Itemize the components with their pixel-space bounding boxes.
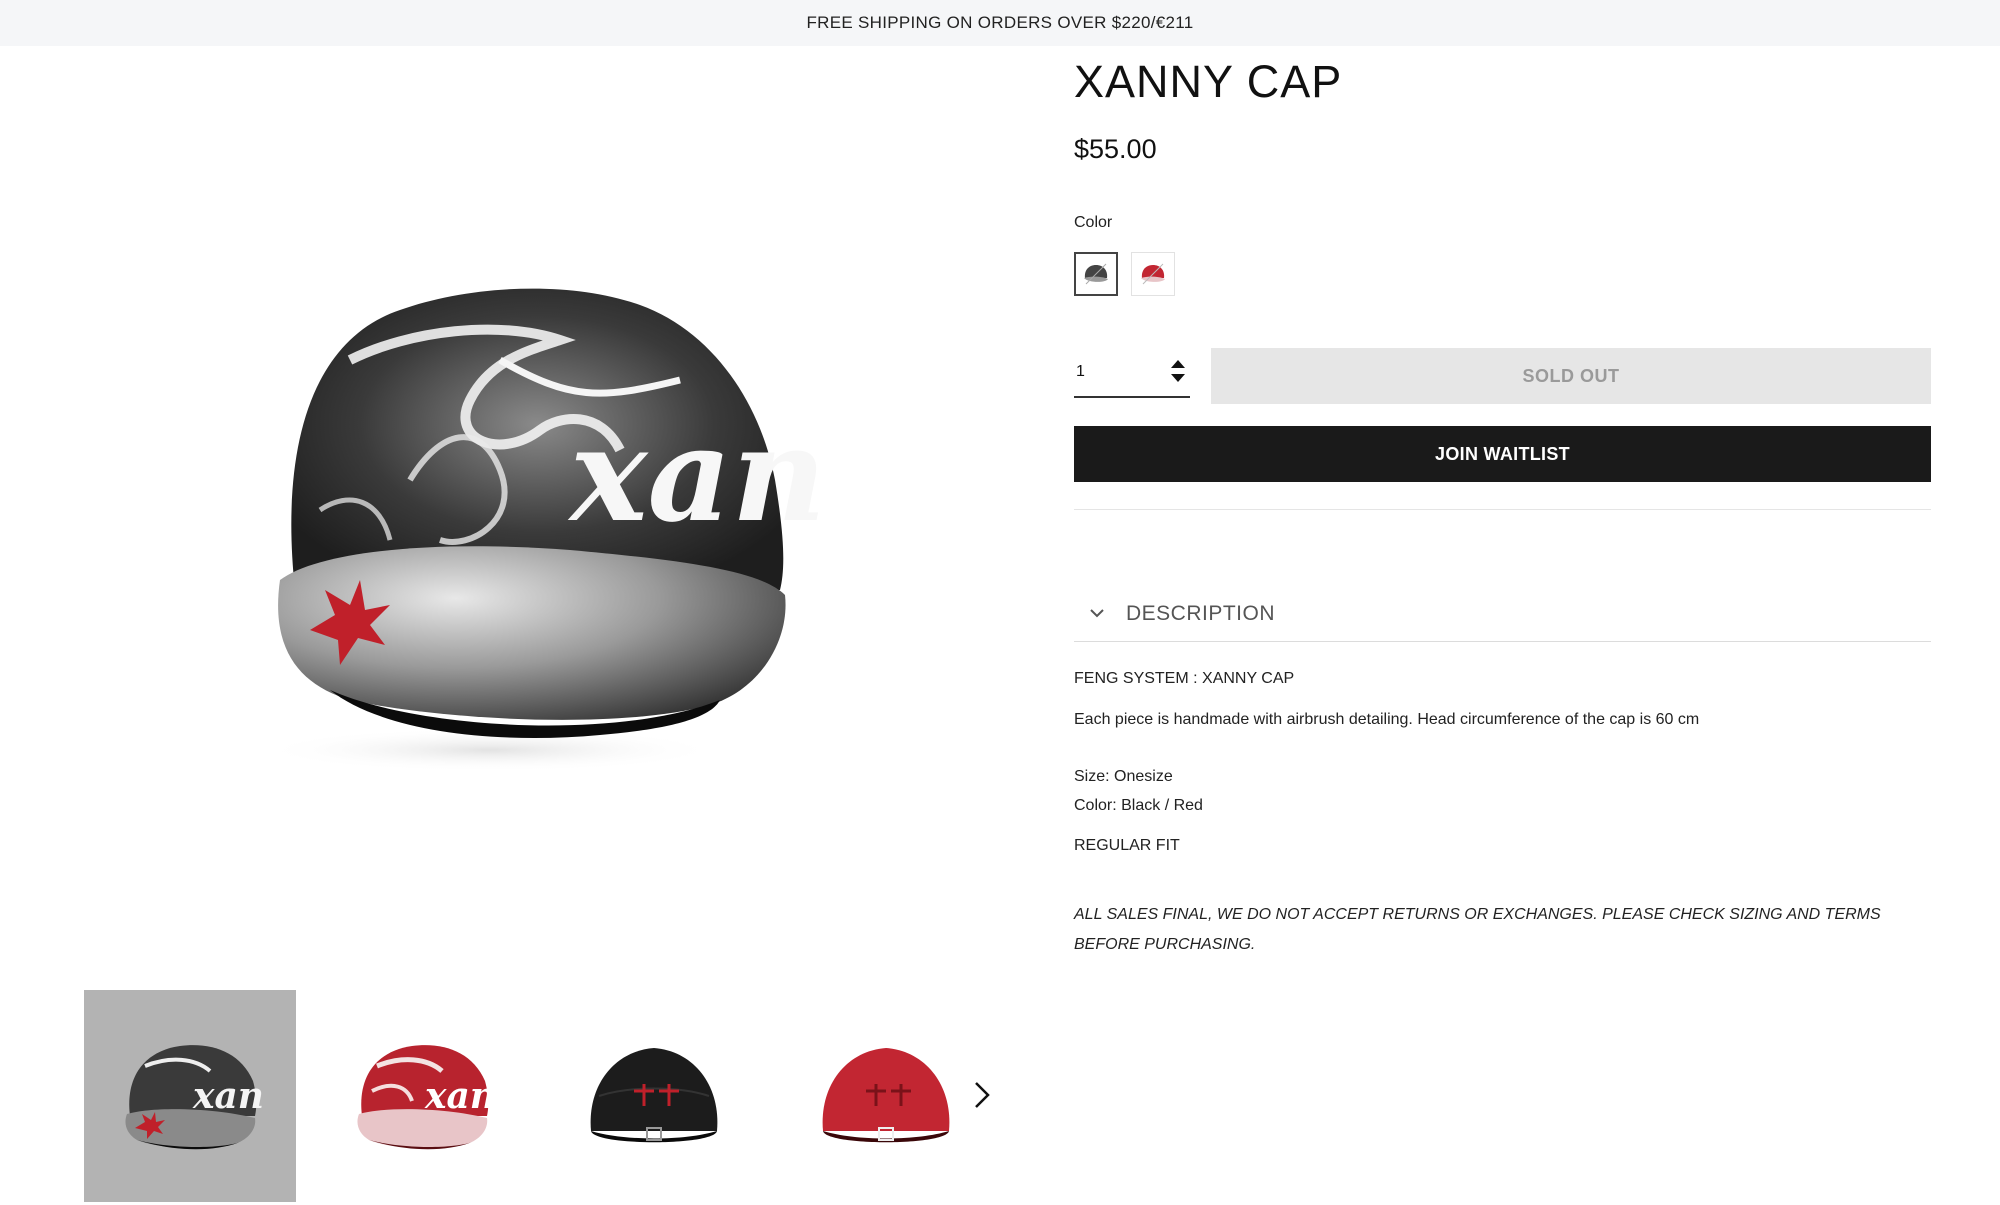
product-price: $55.00 xyxy=(1074,134,1157,164)
quantity-arrows xyxy=(1170,360,1186,388)
thumbnail-cap-red-back[interactable] xyxy=(780,990,992,1202)
thumbnail-cap-black-back[interactable] xyxy=(548,990,760,1202)
thumbnail-cap-red-front[interactable]: xan xyxy=(316,990,528,1202)
color-label: Color xyxy=(1074,214,1113,231)
color-swatch-black[interactable] xyxy=(1074,252,1118,296)
description-line: FENG SYSTEM : XANNY CAP xyxy=(1074,670,1295,687)
color-swatch-red[interactable] xyxy=(1131,252,1175,296)
quantity-stepper xyxy=(1074,348,1190,398)
announcement-bar: FREE SHIPPING ON ORDERS OVER $220/€211 xyxy=(0,0,2000,46)
sold-out-button[interactable]: SOLD OUT xyxy=(1211,348,1931,404)
divider xyxy=(1074,641,1931,642)
description-line: Size: Onesize xyxy=(1074,768,1173,785)
thumbnail-gallery: xan xan xyxy=(84,990,1004,1202)
thumbnail-cap-black-front[interactable]: xan xyxy=(84,990,296,1202)
gallery-next-arrow-icon[interactable] xyxy=(962,1070,1002,1120)
description-accordion-toggle[interactable]: DESCRIPTION xyxy=(1074,586,1931,642)
svg-text:xan: xan xyxy=(567,398,820,551)
description-line: REGULAR FIT xyxy=(1074,837,1180,854)
join-waitlist-button[interactable]: JOIN WAITLIST xyxy=(1074,426,1931,482)
quantity-decrease-icon[interactable] xyxy=(1171,374,1185,382)
description-line: Color: Black / Red xyxy=(1074,797,1203,814)
main-product-image[interactable]: xan xyxy=(240,250,826,790)
divider xyxy=(1074,509,1931,510)
description-title: DESCRIPTION xyxy=(1126,602,1276,625)
product-title: XANNY CAP xyxy=(1074,56,1343,107)
quantity-increase-icon[interactable] xyxy=(1171,360,1185,368)
description-line: Each piece is handmade with airbrush det… xyxy=(1074,711,1700,728)
quantity-input[interactable] xyxy=(1074,363,1154,381)
announcement-text: FREE SHIPPING ON ORDERS OVER $220/€211 xyxy=(806,13,1194,32)
sales-policy-note: ALL SALES FINAL, WE DO NOT ACCEPT RETURN… xyxy=(1074,906,1881,953)
chevron-down-icon xyxy=(1090,609,1104,618)
